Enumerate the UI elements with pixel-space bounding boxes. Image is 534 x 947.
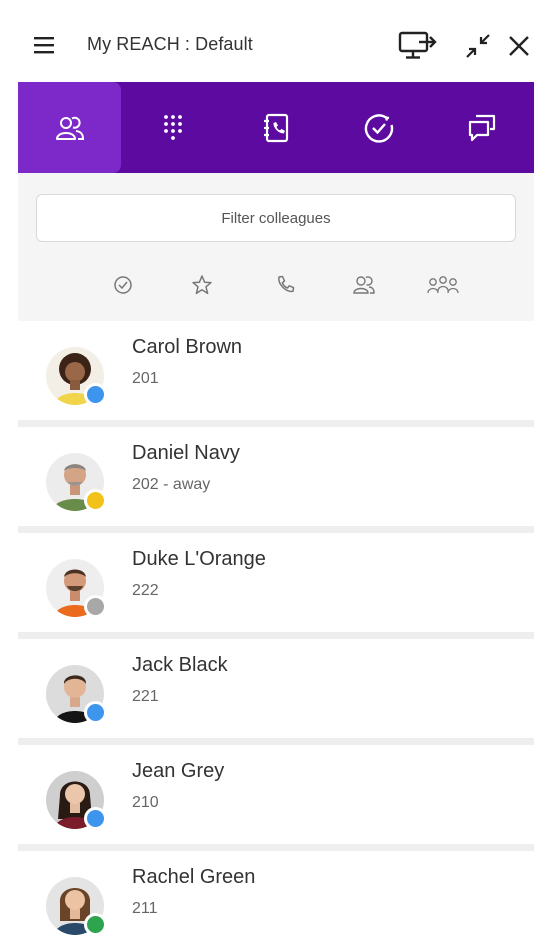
collapse-icon[interactable] (460, 28, 496, 64)
contact-name: Jack Black (132, 654, 228, 676)
address-book-icon (263, 113, 288, 142)
available-filter-icon[interactable] (106, 267, 140, 303)
contact-extension: 202 - away (132, 476, 211, 493)
app-title: My REACH : Default (87, 34, 253, 54)
dialpad-icon (163, 114, 182, 140)
contact-extension: 210 (132, 794, 159, 811)
tab-status[interactable] (327, 82, 430, 173)
favorites-filter-icon[interactable] (185, 267, 219, 303)
list-item[interactable]: Jean Grey 210 (18, 745, 534, 844)
list-item[interactable]: Daniel Navy 202 - away (18, 427, 534, 526)
colleague-list: Carol Brown 201 Daniel Navy 202 - away D… (18, 321, 534, 947)
contact-name: Daniel Navy (132, 442, 240, 464)
tab-chat[interactable] (430, 82, 533, 173)
colleagues-icon (55, 116, 84, 140)
all-groups-filter-icon[interactable] (426, 267, 460, 303)
contact-name: Carol Brown (132, 336, 243, 358)
status-badge (84, 383, 107, 406)
status-badge (84, 913, 107, 936)
main-tab-bar (18, 82, 534, 173)
chat-icon (468, 114, 495, 141)
filter-colleagues-input[interactable] (36, 194, 516, 242)
contact-name: Rachel Green (132, 866, 256, 888)
status-badge (84, 489, 107, 512)
contact-name: Jean Grey (132, 760, 225, 782)
close-icon[interactable] (504, 30, 534, 62)
group-filter-icon[interactable] (347, 267, 381, 303)
filter-panel (18, 173, 534, 321)
contact-extension: 211 (132, 900, 158, 917)
title-bar: My REACH : Default (0, 0, 534, 82)
contact-extension: 221 (132, 688, 159, 705)
tab-contacts[interactable] (224, 82, 327, 173)
monitor-share-icon[interactable] (396, 26, 440, 64)
status-check-icon (364, 113, 393, 143)
filter-chips (18, 267, 534, 303)
contact-extension: 201 (132, 370, 159, 387)
contact-extension: 222 (132, 582, 159, 599)
tab-colleagues[interactable] (18, 82, 121, 173)
contact-name: Duke L'Orange (132, 548, 266, 570)
list-item[interactable]: Duke L'Orange 222 (18, 533, 534, 632)
hamburger-icon[interactable] (30, 30, 60, 60)
on-call-filter-icon[interactable] (268, 267, 302, 303)
status-badge (84, 807, 107, 830)
list-item[interactable]: Jack Black 221 (18, 639, 534, 738)
status-badge (84, 701, 107, 724)
tab-dialpad[interactable] (121, 82, 224, 173)
list-item[interactable]: Carol Brown 201 (18, 321, 534, 420)
status-badge (84, 595, 107, 618)
list-item[interactable]: Rachel Green 211 (18, 851, 534, 947)
